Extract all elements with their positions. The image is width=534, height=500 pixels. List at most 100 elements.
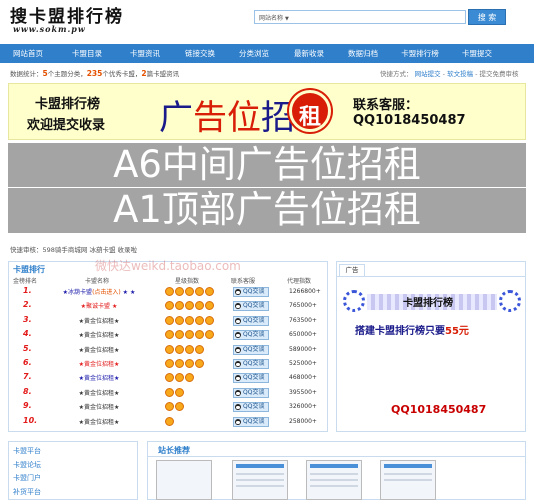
top-ad-banner[interactable]: 卡盟排行榜 欢迎提交收录 广告位招 租 联系客服：QQ1018450487 (8, 83, 526, 140)
sun-rating-icon (185, 287, 194, 296)
qq-penguin-icon (235, 303, 241, 310)
side-ad-contact: QQ1018450487 (391, 403, 487, 416)
sun-rating-icon (165, 315, 174, 325)
qq-chat-button[interactable]: QQ交谈 (233, 402, 269, 413)
site-name-link[interactable]: ★黄金位招租★ (53, 345, 145, 354)
sun-rating-icon (165, 416, 174, 426)
sun-rating-icon (185, 373, 194, 383)
site-name-link[interactable]: ★黄金位招租★ (53, 330, 145, 339)
nav-item-news[interactable]: 卡盟资讯 (116, 44, 174, 63)
qq-penguin-icon (235, 289, 241, 295)
ad-slot-a1[interactable]: A1顶部广告位招租 (8, 188, 526, 233)
quick-link-review[interactable]: 提交免费审核 (480, 70, 519, 78)
main-nav: 网站首页 卡盟目录 卡盟资讯 链接交换 分类浏览 最新收录 数据归档 卡盟排行榜… (0, 44, 534, 63)
spiral-decoration-icon (343, 290, 365, 312)
site-thumbnail[interactable] (306, 460, 362, 500)
search-scope-select[interactable]: 网站名称 ▼ (259, 13, 289, 22)
agent-index: 1266800+ (289, 288, 321, 295)
qq-penguin-icon (235, 375, 241, 382)
category-item[interactable]: 卡盟论坛 (13, 460, 41, 470)
site-name-link[interactable]: ★冰葫卡盟(点击进入) ★ ★ (53, 287, 145, 296)
qq-penguin-icon (235, 404, 241, 411)
sun-rating-icon (185, 301, 194, 311)
site-name-link[interactable]: ★黄金位招租★ (53, 373, 145, 382)
nav-item-home[interactable]: 网站首页 (0, 44, 56, 63)
quick-link-submit[interactable]: 网站提交 (415, 70, 441, 78)
qq-penguin-icon (235, 418, 241, 425)
qq-penguin-icon (235, 332, 241, 339)
qq-chat-button[interactable]: QQ交谈 (233, 315, 269, 326)
sun-rating-icon (175, 330, 184, 340)
qq-chat-button[interactable]: QQ交谈 (233, 301, 269, 312)
nav-item-latest[interactable]: 最新收录 (281, 44, 337, 63)
qq-penguin-icon (235, 346, 241, 353)
ad-rent-text: 广告位招 (159, 98, 295, 138)
star-rating (165, 287, 215, 297)
qq-penguin-icon (235, 317, 241, 324)
watermark: 微快达weikd.taobao.com (95, 259, 241, 273)
category-item[interactable]: 卡盟平台 (13, 446, 41, 456)
site-name-link[interactable]: ★黄金位招租★ (53, 402, 145, 411)
nav-item-categories[interactable]: 分类浏览 (226, 44, 282, 63)
site-thumbnail[interactable] (232, 460, 288, 500)
nav-item-archive[interactable]: 数据归档 (335, 44, 391, 63)
qq-chat-button[interactable]: QQ交谈 (233, 359, 269, 369)
sun-rating-icon (175, 287, 184, 296)
nav-item-submit[interactable]: 卡盟提交 (448, 44, 506, 63)
ad-contact: 联系客服：QQ1018450487 (353, 98, 466, 128)
ranking-panel: 卡盟排行 金榜排名 卡盟名称 星级指数 联系客服 代理指数 1. ★冰葫卡盟(点击… (8, 261, 328, 432)
panel-title: 卡盟排行 (13, 265, 45, 274)
site-thumbnail[interactable] (380, 460, 436, 500)
qq-chat-button[interactable]: QQ交谈 (233, 330, 269, 341)
nav-item-ranking[interactable]: 卡盟排行榜 (389, 44, 451, 63)
rank-number: 1. (23, 286, 32, 295)
rank-number: 2. (23, 300, 32, 310)
qq-chat-button[interactable]: QQ交谈 (233, 344, 269, 355)
header: 搜卡盟排行榜 www.sokm.pw 网站名称 ▼ 搜 索 (0, 0, 534, 42)
ranking-row: 10. ★黄金位招租★ QQ交谈 258000+ (9, 416, 327, 428)
recommend-divider (148, 456, 525, 457)
ad-subline: 欢迎提交收录 (27, 118, 106, 133)
chevron-down-icon: ▼ (285, 16, 289, 22)
sun-rating-icon (165, 373, 174, 383)
qq-chat-button[interactable]: QQ交谈 (233, 387, 269, 398)
quick-links: 快捷方式： 网站提交 - 软文投稿 - 提交免费审核 (380, 70, 519, 78)
site-name-link[interactable]: ★黄金位招租★ (53, 417, 145, 426)
ad-slot-a6[interactable]: A6中间广告位招租 (8, 143, 526, 187)
search-input[interactable] (305, 11, 465, 23)
site-name-link[interactable]: ★黄金位招租★ (53, 388, 145, 397)
side-ad-banner[interactable]: 卡盟排行榜 搭建卡盟排行榜只要55元 (341, 282, 523, 342)
sun-rating-icon (165, 387, 174, 397)
star-rating (165, 387, 185, 398)
category-item[interactable]: 卡盟门户 (13, 473, 41, 483)
tab-ads[interactable]: 广告 (339, 264, 365, 276)
site-name-link[interactable]: ★黄金位招租★ (53, 316, 145, 325)
col-header-contact: 联系客服 (231, 278, 256, 285)
sun-rating-icon (165, 287, 174, 296)
col-header-stars: 星级指数 (175, 278, 200, 285)
sun-rating-icon (165, 402, 174, 412)
sun-rating-icon (175, 402, 184, 412)
agent-index: 525000+ (289, 360, 317, 367)
sun-rating-icon (195, 359, 204, 368)
nav-item-links[interactable]: 链接交换 (172, 44, 228, 63)
nav-item-directory[interactable]: 卡盟目录 (58, 44, 116, 63)
sun-rating-icon (165, 301, 174, 311)
sun-rating-icon (185, 330, 194, 340)
site-name-link[interactable]: ★聚诚卡盟 ★ (53, 301, 145, 310)
rank-number: 9. (23, 401, 32, 411)
star-rating (165, 359, 205, 369)
star-rating (165, 402, 185, 412)
rent-seal-icon: 租 (289, 90, 331, 132)
category-item[interactable]: 补货平台 (13, 487, 41, 497)
agent-index: 258000+ (289, 417, 317, 425)
ranking-row: 2. ★聚诚卡盟 ★ QQ交谈 765000+ (9, 300, 327, 312)
site-name-link[interactable]: ★黄金位招租★ (53, 359, 145, 368)
ad-headline: 卡盟排行榜 (35, 97, 101, 112)
quick-link-article[interactable]: 软文投稿 (447, 70, 473, 78)
qq-chat-button[interactable]: QQ交谈 (233, 416, 269, 427)
search-button[interactable]: 搜 索 (468, 9, 506, 25)
qq-chat-button[interactable]: QQ交谈 (233, 287, 269, 297)
site-thumbnail[interactable] (156, 460, 212, 500)
qq-chat-button[interactable]: QQ交谈 (233, 373, 269, 384)
